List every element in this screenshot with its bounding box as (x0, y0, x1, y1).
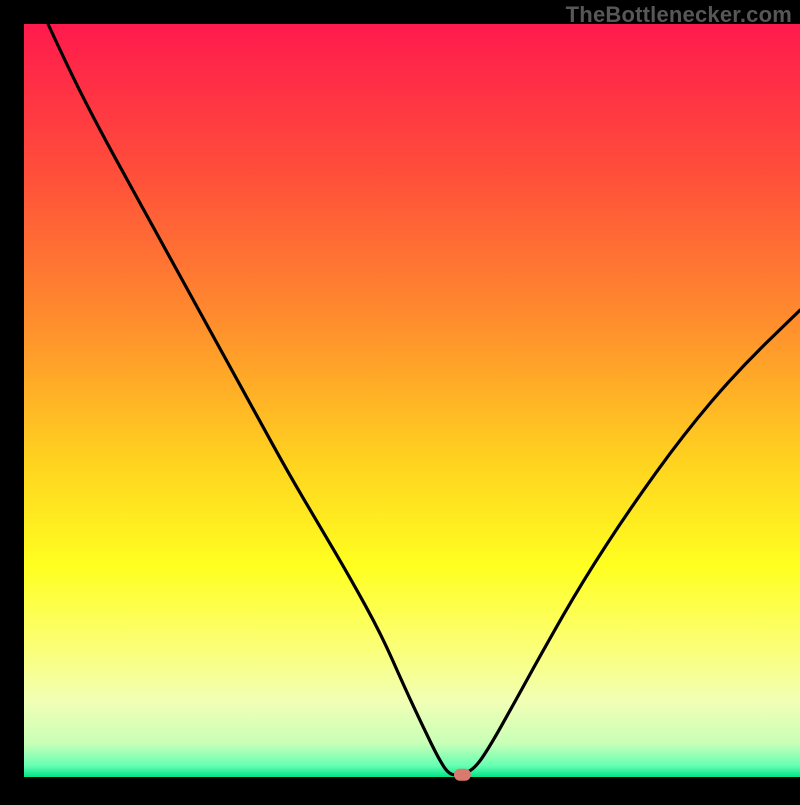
minimum-marker (454, 769, 471, 781)
plot-background (24, 24, 800, 777)
chart-svg (0, 0, 800, 800)
watermark-text: TheBottlenecker.com (566, 2, 792, 28)
bottleneck-chart: TheBottlenecker.com (0, 0, 800, 800)
